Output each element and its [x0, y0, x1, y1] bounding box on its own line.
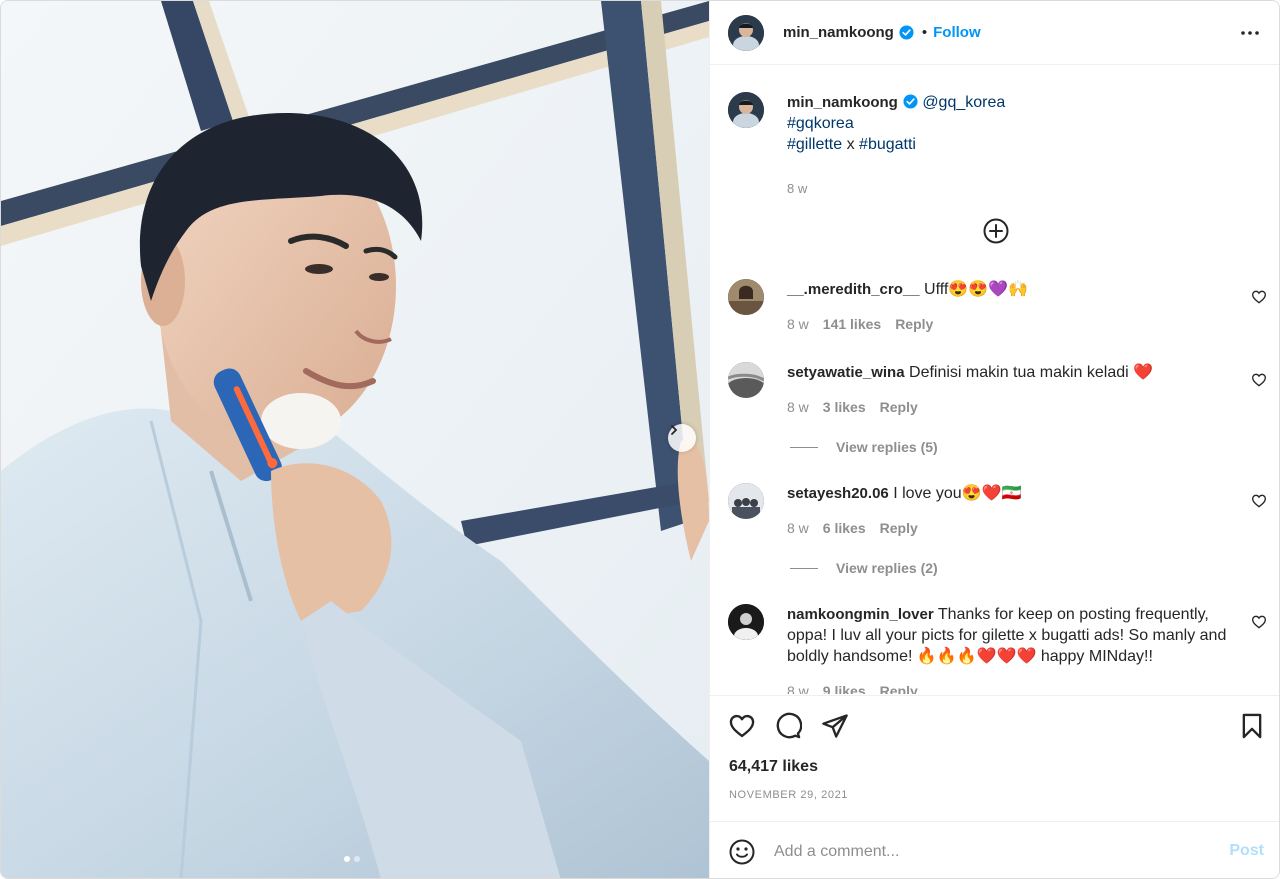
author-avatar-image	[728, 14, 764, 51]
commenter-avatar[interactable]	[728, 279, 764, 315]
caption-mention[interactable]: @gq_korea	[922, 94, 1005, 111]
caption-text: min_namkoong @gq_korea #gqkorea #gillett…	[787, 92, 1247, 199]
hashtag-gqkorea[interactable]: #gqkorea	[787, 115, 854, 132]
comment-text: Definisi makin tua makin keladi ❤️	[909, 364, 1154, 381]
view-replies-label: View replies (2)	[836, 560, 938, 576]
more-dots-icon	[1241, 31, 1259, 35]
commenter-avatar-image	[728, 604, 764, 640]
emoji-smiley-icon[interactable]	[728, 838, 756, 866]
comment-username[interactable]: __.meredith_cro__	[787, 281, 920, 298]
save-bookmark-icon[interactable]	[1238, 712, 1266, 740]
like-comment-heart-icon[interactable]	[1251, 372, 1267, 388]
comment-time[interactable]: 8 w	[787, 399, 809, 415]
comment-likes[interactable]: 141 likes	[823, 316, 881, 332]
share-paper-plane-icon[interactable]	[821, 712, 849, 740]
post-actions: 64,417 likes NOVEMBER 29, 2021	[710, 695, 1279, 820]
verified-badge-icon	[903, 94, 918, 109]
commenter-avatar-image	[728, 483, 764, 519]
comment-time[interactable]: 8 w	[787, 316, 809, 332]
next-image-button[interactable]	[668, 424, 696, 452]
post-header: min_namkoong • Follow	[710, 1, 1279, 65]
post-comment-button[interactable]: Post	[1229, 842, 1264, 860]
comment-time[interactable]: 8 w	[787, 683, 809, 694]
load-more-comments-icon[interactable]	[982, 217, 1010, 245]
post-side-panel: min_namkoong • Follow min_namkoong @gq_k…	[709, 1, 1279, 878]
like-heart-icon[interactable]	[728, 712, 756, 740]
view-replies-label: View replies (5)	[836, 439, 938, 455]
comment-username[interactable]: setyawatie_wina	[787, 364, 905, 381]
comment-likes[interactable]: 3 likes	[823, 399, 866, 415]
more-options-button[interactable]	[1236, 19, 1264, 47]
commenter-avatar-image	[728, 362, 764, 398]
post-photo[interactable]	[1, 1, 709, 878]
verified-badge-icon	[899, 25, 914, 40]
comment-likes[interactable]: 6 likes	[823, 520, 866, 536]
comment-text: I love you😍❤️🇮🇷	[893, 485, 1022, 502]
like-comment-heart-icon[interactable]	[1251, 614, 1267, 630]
comment-time[interactable]: 8 w	[787, 520, 809, 536]
view-replies-button[interactable]: View replies (2)	[790, 560, 938, 576]
reply-button[interactable]: Reply	[880, 399, 918, 415]
carousel-indicator	[344, 856, 360, 862]
caption-joiner: x	[842, 136, 860, 153]
likes-count[interactable]: 64,417 likes	[729, 758, 818, 776]
hashtag-gillette[interactable]: #gillette	[787, 136, 842, 153]
caption-username[interactable]: min_namkoong	[787, 94, 898, 111]
follow-button[interactable]: Follow	[933, 24, 981, 41]
chevron-right-icon	[671, 425, 678, 435]
comment-body: setayesh20.06 I love you😍❤️🇮🇷	[787, 483, 1237, 504]
comment-body: namkoongmin_lover Thanks for keep on pos…	[787, 604, 1237, 667]
comment-bubble-icon[interactable]	[774, 712, 802, 740]
commenter-avatar-image	[728, 279, 764, 315]
comment-meta: 8 w 3 likes Reply	[787, 399, 918, 415]
comments-scroll-area[interactable]: min_namkoong @gq_korea #gqkorea #gillett…	[710, 66, 1279, 694]
like-comment-heart-icon[interactable]	[1251, 289, 1267, 305]
commenter-avatar[interactable]	[728, 362, 764, 398]
reply-button[interactable]: Reply	[895, 316, 933, 332]
like-comment-heart-icon[interactable]	[1251, 493, 1267, 509]
caption-avatar[interactable]	[728, 92, 764, 128]
comment-username[interactable]: namkoongmin_lover	[787, 606, 934, 623]
comment-input[interactable]	[774, 839, 1204, 865]
add-comment-bar: Post	[710, 821, 1279, 878]
view-replies-button[interactable]: View replies (5)	[790, 439, 938, 455]
carousel-dot	[354, 856, 360, 862]
comment-meta: 8 w 141 likes Reply	[787, 316, 933, 332]
carousel-dot-active	[344, 856, 350, 862]
header-separator: •	[921, 24, 928, 41]
comment-username[interactable]: setayesh20.06	[787, 485, 889, 502]
caption-time[interactable]: 8 w	[787, 181, 807, 196]
commenter-avatar[interactable]	[728, 604, 764, 640]
reply-button[interactable]: Reply	[880, 683, 918, 694]
replies-divider	[790, 567, 818, 569]
commenter-avatar[interactable]	[728, 483, 764, 519]
post-date[interactable]: NOVEMBER 29, 2021	[729, 789, 848, 801]
comment-meta: 8 w 6 likes Reply	[787, 520, 918, 536]
caption-avatar-image	[728, 92, 764, 128]
post-dialog: min_namkoong • Follow min_namkoong @gq_k…	[0, 0, 1280, 879]
comment-body: setyawatie_wina Definisi makin tua makin…	[787, 362, 1237, 383]
author-avatar[interactable]	[728, 14, 764, 51]
comment-likes[interactable]: 9 likes	[823, 683, 866, 694]
comment-text: Ufff😍😍💜🙌	[924, 281, 1029, 298]
reply-button[interactable]: Reply	[880, 520, 918, 536]
author-username[interactable]: min_namkoong	[783, 24, 894, 41]
hashtag-bugatti[interactable]: #bugatti	[859, 136, 916, 153]
replies-divider	[790, 446, 818, 448]
photo-illustration	[1, 1, 709, 878]
comment-meta: 8 w 9 likes Reply	[787, 683, 918, 694]
comment-body: __.meredith_cro__ Ufff😍😍💜🙌	[787, 279, 1237, 300]
